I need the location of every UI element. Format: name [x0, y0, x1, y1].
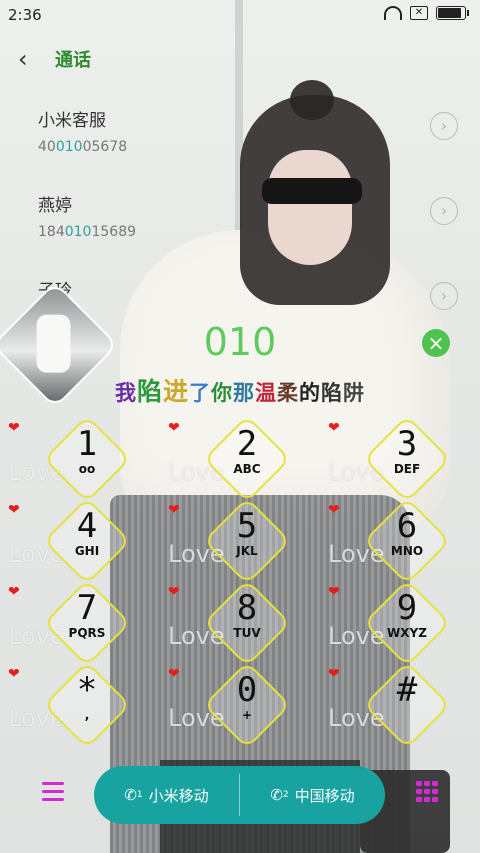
- key-letters: PQRS: [68, 626, 106, 640]
- call-sim2-button[interactable]: ✆ 2 中国移动: [240, 766, 385, 824]
- wifi-icon: [384, 6, 402, 20]
- contact-detail-arrow-icon[interactable]: ›: [430, 282, 458, 310]
- heart-icon: ❤: [328, 420, 340, 436]
- slogan-char: 陷: [321, 381, 344, 405]
- key-2[interactable]: ❤ Love 2 ABC: [168, 415, 298, 503]
- heart-icon: ❤: [168, 666, 180, 682]
- contact-name: 小米客服: [38, 111, 106, 131]
- status-bar: 2:36 ✕: [0, 0, 480, 30]
- heart-icon: ❤: [328, 666, 340, 682]
- clear-icon[interactable]: ×: [422, 329, 450, 357]
- contact-name: 子玲: [38, 276, 458, 301]
- key-letters: WXYZ: [387, 626, 427, 640]
- back-button[interactable]: ‹: [18, 45, 28, 73]
- key-digit: 2: [236, 424, 258, 464]
- key-digit: 6: [396, 506, 418, 546]
- key-digit: #: [396, 670, 418, 710]
- key-digit: 0: [236, 670, 258, 710]
- slogan-text: 我陷进了你那温柔的陷阱: [0, 372, 480, 408]
- key-star[interactable]: ❤ Love *,: [8, 661, 138, 749]
- key-4[interactable]: ❤ Love 4 GHI: [8, 497, 138, 585]
- heart-icon: ❤: [168, 420, 180, 436]
- call-sim1-button[interactable]: ✆ 1 小米移动: [94, 766, 239, 824]
- key-letters: JKL: [236, 544, 258, 558]
- dialed-number: 010: [203, 320, 277, 364]
- heart-icon: ❤: [8, 584, 20, 600]
- slogan-char: 陷: [136, 377, 163, 406]
- sim1-label: 小米移动: [148, 786, 209, 805]
- phone-icon: ✆: [124, 786, 137, 804]
- no-sim-icon: ✕: [410, 6, 428, 20]
- key-digit: 5: [236, 506, 258, 546]
- key-digit: *: [76, 670, 98, 710]
- contact-item[interactable]: 子玲 ›: [38, 276, 458, 310]
- status-time: 2:36: [8, 6, 42, 24]
- slogan-char: 阱: [343, 381, 366, 405]
- key-digit: 1: [76, 424, 98, 464]
- key-digit: 3: [396, 424, 418, 464]
- heart-icon: ❤: [8, 502, 20, 518]
- heart-icon: ❤: [168, 502, 180, 518]
- contact-number: 18401015689: [38, 224, 137, 240]
- heart-icon: ❤: [168, 584, 180, 600]
- key-letters: oo: [78, 462, 96, 476]
- slogan-char: 你: [211, 381, 234, 405]
- contact-item[interactable]: 燕婷 18401015689 ›: [38, 191, 458, 240]
- key-3[interactable]: ❤ Love 3 DEF: [328, 415, 458, 503]
- slogan-char: 那: [233, 381, 256, 405]
- key-digit: 7: [76, 588, 98, 628]
- key-letters: ,: [84, 708, 90, 722]
- key-7[interactable]: ❤ Love 7 PQRS: [8, 579, 138, 667]
- key-6[interactable]: ❤ Love 6 MNO: [328, 497, 458, 585]
- key-letters: +: [241, 708, 253, 722]
- key-8[interactable]: ❤ Love 8 TUV: [168, 579, 298, 667]
- key-digit: 8: [236, 588, 258, 628]
- key-letters: ABC: [233, 462, 261, 476]
- key-9[interactable]: ❤ Love 9 WXYZ: [328, 579, 458, 667]
- key-letters: MNO: [390, 544, 424, 558]
- key-0[interactable]: ❤ Love 0 +: [168, 661, 298, 749]
- heart-icon: ❤: [8, 666, 20, 682]
- battery-icon: [436, 6, 469, 20]
- key-letters: TUV: [233, 626, 261, 640]
- dialpad-toggle-icon[interactable]: [416, 781, 438, 803]
- contact-detail-arrow-icon[interactable]: ›: [430, 112, 458, 140]
- key-hash[interactable]: ❤ Love #: [328, 661, 458, 749]
- slogan-char: 的: [299, 381, 322, 405]
- heart-icon: ❤: [328, 502, 340, 518]
- key-letters: DEF: [393, 462, 421, 476]
- contact-name: 燕婷: [38, 196, 72, 216]
- phone-icon: ✆: [270, 786, 283, 804]
- contact-detail-arrow-icon[interactable]: ›: [430, 197, 458, 225]
- key-5[interactable]: ❤ Love 5 JKL: [168, 497, 298, 585]
- slogan-char: 温: [255, 381, 278, 405]
- slogan-char: 了: [189, 381, 212, 405]
- key-letters: GHI: [74, 544, 100, 558]
- contact-number: 4001005678: [38, 139, 128, 155]
- slogan-char: 我: [114, 381, 137, 405]
- heart-icon: ❤: [328, 584, 340, 600]
- key-1[interactable]: ❤ Love 1 oo: [8, 415, 138, 503]
- menu-icon[interactable]: [42, 782, 64, 802]
- call-buttons: ✆ 1 小米移动 ✆ 2 中国移动: [94, 766, 385, 824]
- sim2-label: 中国移动: [294, 786, 355, 805]
- key-digit: 4: [76, 506, 98, 546]
- heart-icon: ❤: [8, 420, 20, 436]
- slogan-char: 柔: [277, 381, 300, 405]
- battery-fill: [438, 8, 461, 18]
- key-digit: 9: [396, 588, 418, 628]
- contact-item[interactable]: 小米客服 4001005678 ›: [38, 106, 458, 155]
- slogan-char: 进: [163, 377, 190, 406]
- page-title: 通话: [55, 50, 91, 71]
